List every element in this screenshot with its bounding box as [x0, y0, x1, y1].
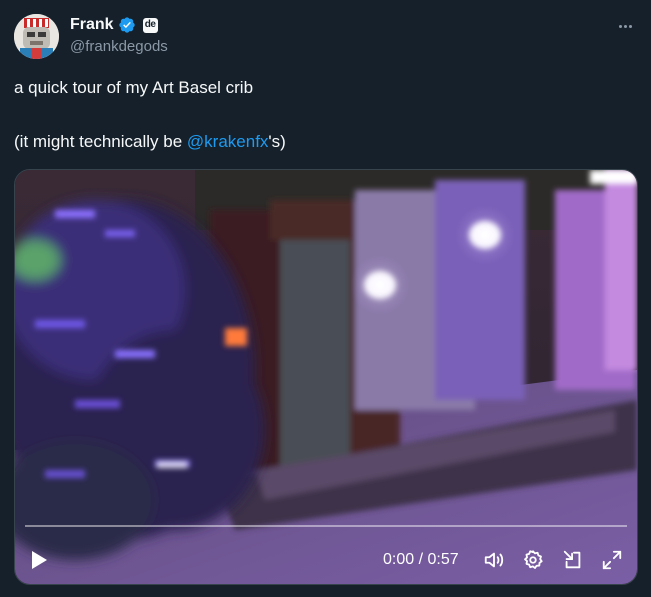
author-name-row: Frank de — [70, 15, 158, 35]
author-handle[interactable]: @frankdegods — [70, 38, 168, 55]
author-display-name[interactable]: Frank — [70, 16, 114, 34]
duration: 0:57 — [427, 551, 459, 568]
tweet-text-line-1: a quick tour of my Art Basel crib — [14, 78, 254, 97]
affiliation-badge[interactable]: de — [142, 17, 158, 33]
verified-badge-icon[interactable] — [118, 16, 136, 34]
video-time: 0:00 / 0:57 — [383, 551, 459, 569]
video-frame — [15, 170, 637, 584]
video-progress-bar[interactable] — [25, 525, 627, 527]
mention-link[interactable]: @krakenfx — [187, 132, 269, 151]
fullscreen-icon[interactable] — [600, 548, 624, 572]
video-player[interactable]: 0:00 / 0:57 — [14, 169, 638, 585]
tweet-text-line-2: (it might technically be @krakenfx's) — [14, 132, 286, 152]
tweet: Frank de @frankdegods a quick tour of my… — [0, 0, 651, 597]
pip-icon[interactable] — [561, 548, 585, 572]
play-icon[interactable] — [27, 548, 51, 572]
tweet-text-suffix: 's) — [268, 132, 286, 151]
avatar-image — [14, 14, 59, 59]
video-controls: 0:00 / 0:57 — [15, 542, 637, 578]
time-separator: / — [414, 551, 428, 568]
more-options-icon[interactable] — [613, 16, 637, 36]
current-time: 0:00 — [383, 551, 415, 568]
avatar[interactable] — [14, 14, 59, 59]
volume-icon[interactable] — [482, 548, 506, 572]
settings-icon[interactable] — [521, 548, 545, 572]
tweet-text-prefix: (it might technically be — [14, 132, 187, 151]
